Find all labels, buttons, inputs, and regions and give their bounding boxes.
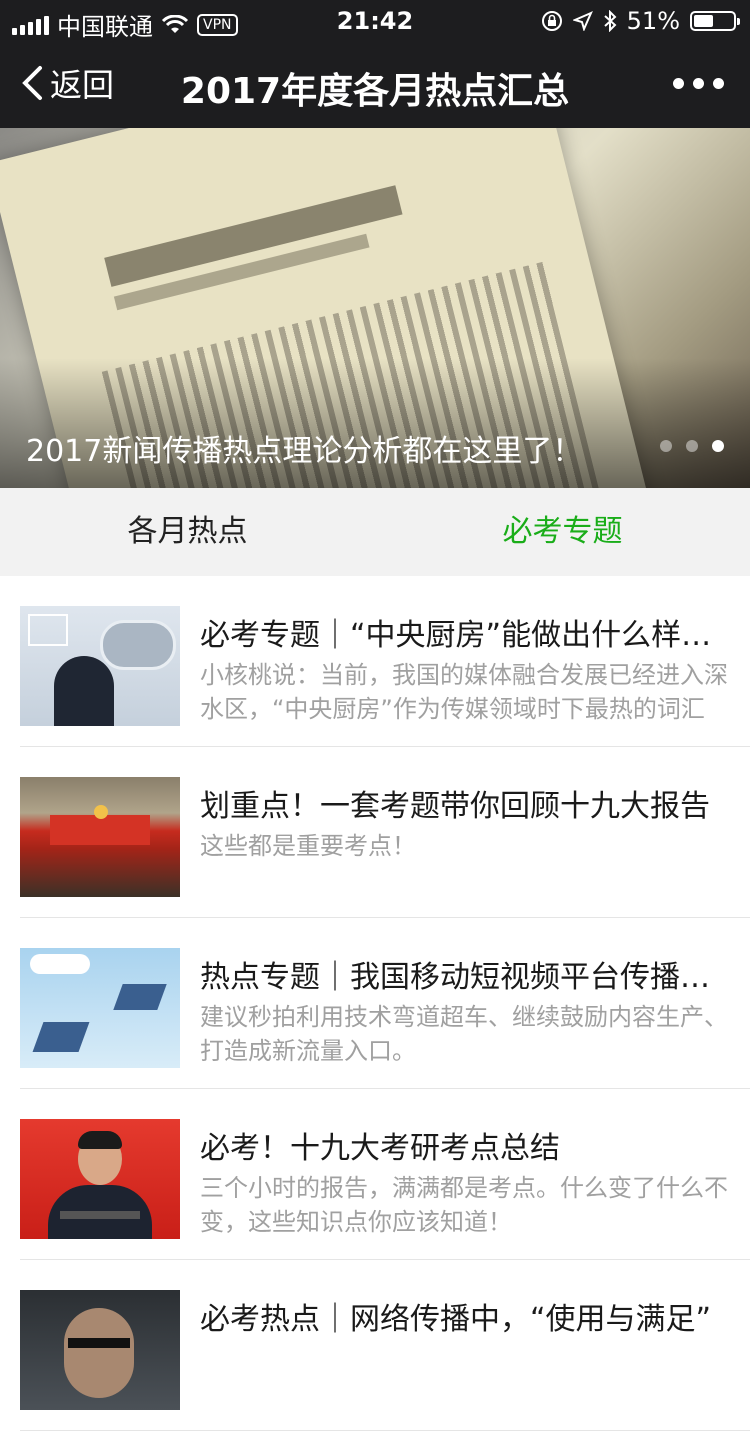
tab-bar: 各月热点 必考专题 <box>0 488 750 576</box>
article-summary: 这些都是重要考点！ <box>200 832 416 860</box>
more-menu-icon[interactable] <box>673 78 724 89</box>
list-item[interactable]: 必考专题｜“中央厨房”能做出什么样的菜 小核桃说：当前，我国的媒体融合发展已经进… <box>20 576 750 747</box>
article-summary: 三个小时的报告，满满都是考点。什么变了什么不变，这些知识点你应该知道！ <box>200 1174 728 1236</box>
article-title: 必考！十九大考研考点总结 <box>200 1131 560 1166</box>
article-thumbnail <box>20 606 180 726</box>
page-title: 2017年度各月热点汇总 <box>180 71 570 112</box>
orientation-lock-icon <box>541 11 562 31</box>
location-icon <box>572 11 593 31</box>
list-item[interactable]: 必考热点｜网络传播中，“使用与满足” <box>20 1260 750 1431</box>
status-bar: 中国联通 VPN 21:42 51% <box>0 0 750 41</box>
tab-monthly-hotspots[interactable]: 各月热点 <box>0 488 375 576</box>
article-list: 必考专题｜“中央厨房”能做出什么样的菜 小核桃说：当前，我国的媒体融合发展已经进… <box>0 576 750 1431</box>
banner-carousel[interactable]: 2017新闻传播热点理论分析都在这里了！ <box>0 128 750 488</box>
battery-percent: 51% <box>626 7 680 35</box>
article-title: 划重点！一套考题带你回顾十九大报告 <box>200 789 710 824</box>
navigation-bar: 返回 2017年度各月热点汇总 <box>0 40 750 128</box>
carousel-dot <box>712 440 724 452</box>
article-title: 热点专题｜我国移动短视频平台传播分析 <box>200 960 730 995</box>
bluetooth-icon <box>603 10 617 32</box>
list-item[interactable]: 必考！十九大考研考点总结 三个小时的报告，满满都是考点。什么变了什么不变，这些知… <box>20 1089 750 1260</box>
carousel-dot <box>660 440 672 452</box>
list-item[interactable]: 划重点！一套考题带你回顾十九大报告 这些都是重要考点！ <box>20 747 750 918</box>
article-title: 必考专题｜“中央厨房”能做出什么样的菜 <box>200 618 730 653</box>
article-summary: 建议秒拍利用技术弯道超车、继续鼓励内容生产、打造成新流量入口。 <box>200 1003 728 1065</box>
carousel-indicator <box>660 440 724 452</box>
list-item[interactable]: 热点专题｜我国移动短视频平台传播分析 建议秒拍利用技术弯道超车、继续鼓励内容生产… <box>20 918 750 1089</box>
article-summary: 小核桃说：当前，我国的媒体融合发展已经进入深水区，“中央厨房”作为传媒领域时下最… <box>200 661 728 723</box>
carousel-dot <box>686 440 698 452</box>
banner-caption: 2017新闻传播热点理论分析都在这里了！ <box>26 434 583 469</box>
tab-must-test-topics[interactable]: 必考专题 <box>375 488 750 576</box>
article-thumbnail <box>20 1119 180 1239</box>
battery-icon <box>690 11 740 31</box>
article-thumbnail <box>20 1290 180 1410</box>
article-thumbnail <box>20 948 180 1068</box>
article-title: 必考热点｜网络传播中，“使用与满足” <box>200 1302 712 1337</box>
article-thumbnail <box>20 777 180 897</box>
